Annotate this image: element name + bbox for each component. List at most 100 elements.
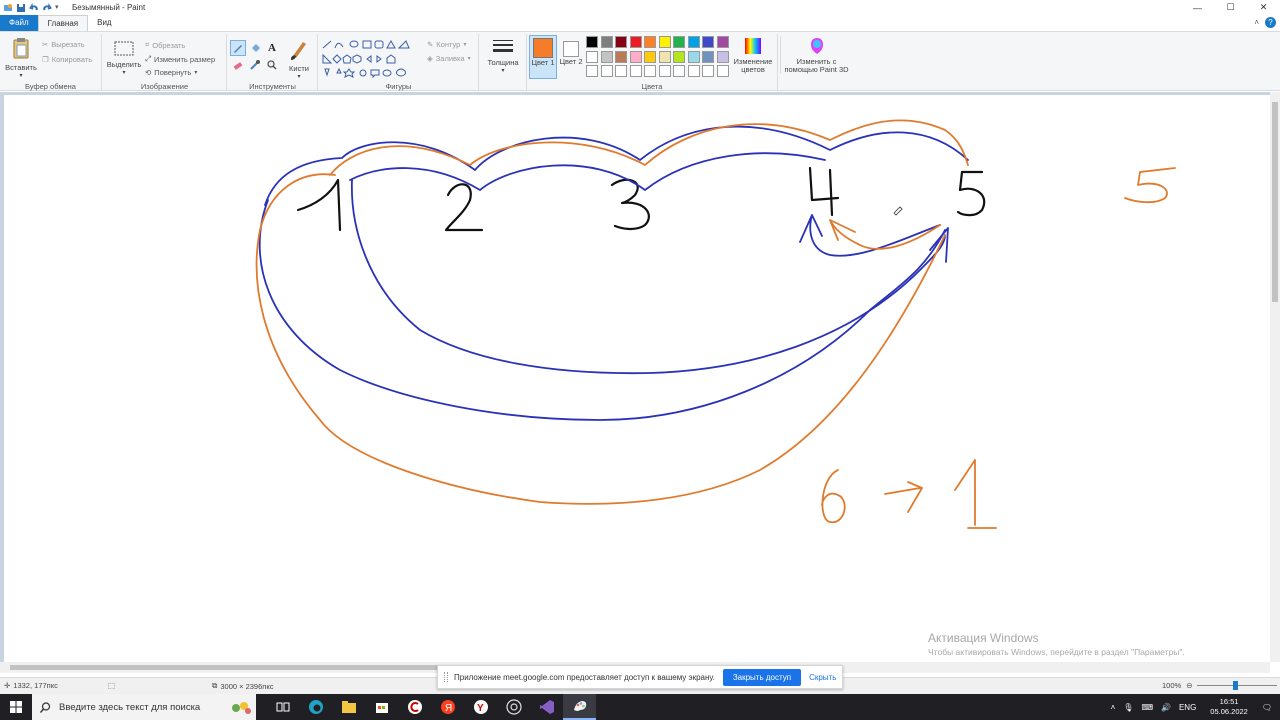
palette-swatch[interactable] [615, 50, 627, 63]
ribbon: Вставить ▾ ✂ Вырезать ❐ Копировать Буфер… [0, 31, 1280, 91]
resize-button[interactable]: ⤢ Изменить размер [145, 54, 215, 64]
yandex-icon[interactable]: Я [431, 694, 464, 720]
edit-colors-button[interactable]: Изменение цветов [730, 36, 776, 74]
magnifier-icon[interactable] [264, 57, 280, 73]
palette-swatch[interactable] [716, 65, 729, 77]
palette-swatch[interactable] [644, 65, 656, 77]
color1-selector[interactable]: Цвет 1 [529, 35, 557, 79]
volume-icon[interactable]: 🔊 [1161, 703, 1171, 712]
palette-swatch[interactable] [687, 65, 700, 77]
black-digit-3 [610, 178, 650, 231]
pencil-tool-icon[interactable] [230, 40, 246, 56]
palette-swatch[interactable] [673, 65, 685, 77]
palette-swatch[interactable] [629, 65, 642, 77]
palette-swatch[interactable] [702, 36, 714, 48]
tab-file[interactable]: Файл [0, 15, 38, 31]
clock[interactable]: 16:51 05.06.2022 [1210, 697, 1248, 717]
zoom-slider[interactable] [1197, 681, 1278, 690]
copy-button[interactable]: ❐ Копировать [42, 55, 92, 64]
stop-sharing-button[interactable]: Закрыть доступ [722, 668, 802, 686]
palette-swatch[interactable] [629, 50, 642, 63]
drag-handle-icon[interactable] [444, 672, 448, 682]
paint3d-button[interactable]: Изменить с помощью Paint 3D [780, 36, 852, 74]
crop-button[interactable]: ⌗ Обрезать [145, 40, 185, 50]
palette-swatch[interactable] [586, 65, 598, 77]
palette-swatch[interactable] [673, 36, 685, 48]
select-button[interactable]: Выделить ▾ [106, 40, 142, 76]
store-icon[interactable] [365, 694, 398, 720]
palette-swatch[interactable] [673, 50, 685, 63]
maximize-button[interactable]: ☐ [1214, 0, 1247, 15]
outline-dropdown[interactable]: ✎ Контур ▾ [427, 40, 466, 49]
color-picker-icon[interactable] [247, 57, 263, 73]
customize-qa-icon[interactable]: ▾ [55, 3, 64, 12]
clipboard-group: Вставить ▾ ✂ Вырезать ❐ Копировать Буфер… [0, 34, 102, 91]
drawing-canvas[interactable] [4, 95, 1270, 662]
chrome-icon[interactable] [497, 694, 530, 720]
palette-swatch[interactable] [600, 65, 613, 77]
outline-icon: ✎ [427, 40, 434, 49]
black-digit-4 [808, 166, 840, 217]
palette-swatch[interactable] [687, 50, 700, 63]
task-view-icon[interactable] [266, 694, 299, 720]
minimize-button[interactable]: — [1181, 0, 1214, 15]
paint-taskbar-icon[interactable] [563, 694, 596, 720]
start-button[interactable] [0, 694, 32, 720]
cut-label: Вырезать [51, 40, 85, 49]
text-tool-icon[interactable]: A [264, 40, 280, 56]
eraser-tool-icon[interactable] [230, 57, 246, 73]
fill-tool-icon[interactable] [247, 40, 263, 56]
horizontal-scroll-thumb[interactable] [10, 665, 440, 670]
palette-swatch[interactable] [658, 65, 671, 77]
palette-swatch[interactable] [629, 36, 642, 48]
language-indicator[interactable]: ENG [1179, 703, 1196, 712]
yandex-browser-icon[interactable]: Y [464, 694, 497, 720]
undo-icon[interactable] [29, 3, 38, 12]
fill-dropdown[interactable]: ◈ Заливка ▾ [427, 54, 471, 63]
taskbar-search-box[interactable]: Введите здесь текст для поиска [32, 694, 256, 720]
palette-swatch[interactable] [716, 36, 729, 48]
palette-swatch[interactable] [702, 50, 714, 63]
rotate-button[interactable]: ⟲ Повернуть ▾ [145, 68, 197, 77]
brushes-button[interactable]: Кисти ▾ [284, 38, 314, 80]
zoom-out-icon[interactable]: ⊖ [1186, 681, 1192, 690]
collapse-ribbon-icon[interactable]: ˄ [1254, 18, 1259, 27]
notifications-icon[interactable]: 🗨 [1262, 703, 1272, 712]
show-hidden-icons[interactable]: ˄ [1111, 703, 1116, 712]
close-button[interactable]: ✕ [1247, 0, 1280, 15]
file-explorer-icon[interactable] [332, 694, 365, 720]
palette-swatch[interactable] [600, 36, 613, 48]
palette-swatch[interactable] [702, 65, 714, 77]
palette-swatch[interactable] [716, 50, 729, 63]
edge-icon[interactable] [299, 694, 332, 720]
color2-selector[interactable]: Цвет 2 [559, 35, 583, 79]
redo-icon[interactable] [42, 3, 52, 12]
palette-swatch[interactable] [586, 50, 598, 63]
network-icon[interactable]: ⌨ [1141, 703, 1153, 712]
cut-button[interactable]: ✂ Вырезать [42, 40, 85, 49]
ccleaner-icon[interactable] [398, 694, 431, 720]
palette-swatch[interactable] [687, 36, 700, 48]
palette-swatch[interactable] [658, 36, 671, 48]
rotate-label: Повернуть [154, 68, 192, 77]
thickness-button[interactable]: Толщина ▾ [484, 38, 522, 74]
tab-home[interactable]: Главная [37, 15, 89, 31]
palette-swatch[interactable] [644, 36, 656, 48]
palette-swatch[interactable] [586, 36, 598, 48]
microphone-icon[interactable]: 🎙 [1123, 703, 1133, 712]
palette-swatch[interactable] [615, 36, 627, 48]
zoom-slider-thumb[interactable] [1233, 681, 1239, 690]
vertical-scrollbar[interactable] [1270, 92, 1280, 662]
shapes-gallery[interactable] [321, 39, 423, 81]
palette-swatch[interactable] [658, 50, 671, 63]
palette-swatch[interactable] [615, 65, 627, 77]
palette-swatch[interactable] [644, 50, 656, 63]
vertical-scroll-thumb[interactable] [1272, 102, 1278, 302]
hide-banner-link[interactable]: Скрыть [809, 673, 836, 682]
visual-studio-icon[interactable] [530, 694, 563, 720]
palette-swatch[interactable] [600, 50, 613, 63]
tab-view[interactable]: Вид [88, 15, 120, 31]
help-icon[interactable]: ? [1265, 17, 1276, 28]
save-icon[interactable] [16, 3, 25, 12]
paste-button[interactable]: Вставить ▾ [4, 37, 38, 79]
